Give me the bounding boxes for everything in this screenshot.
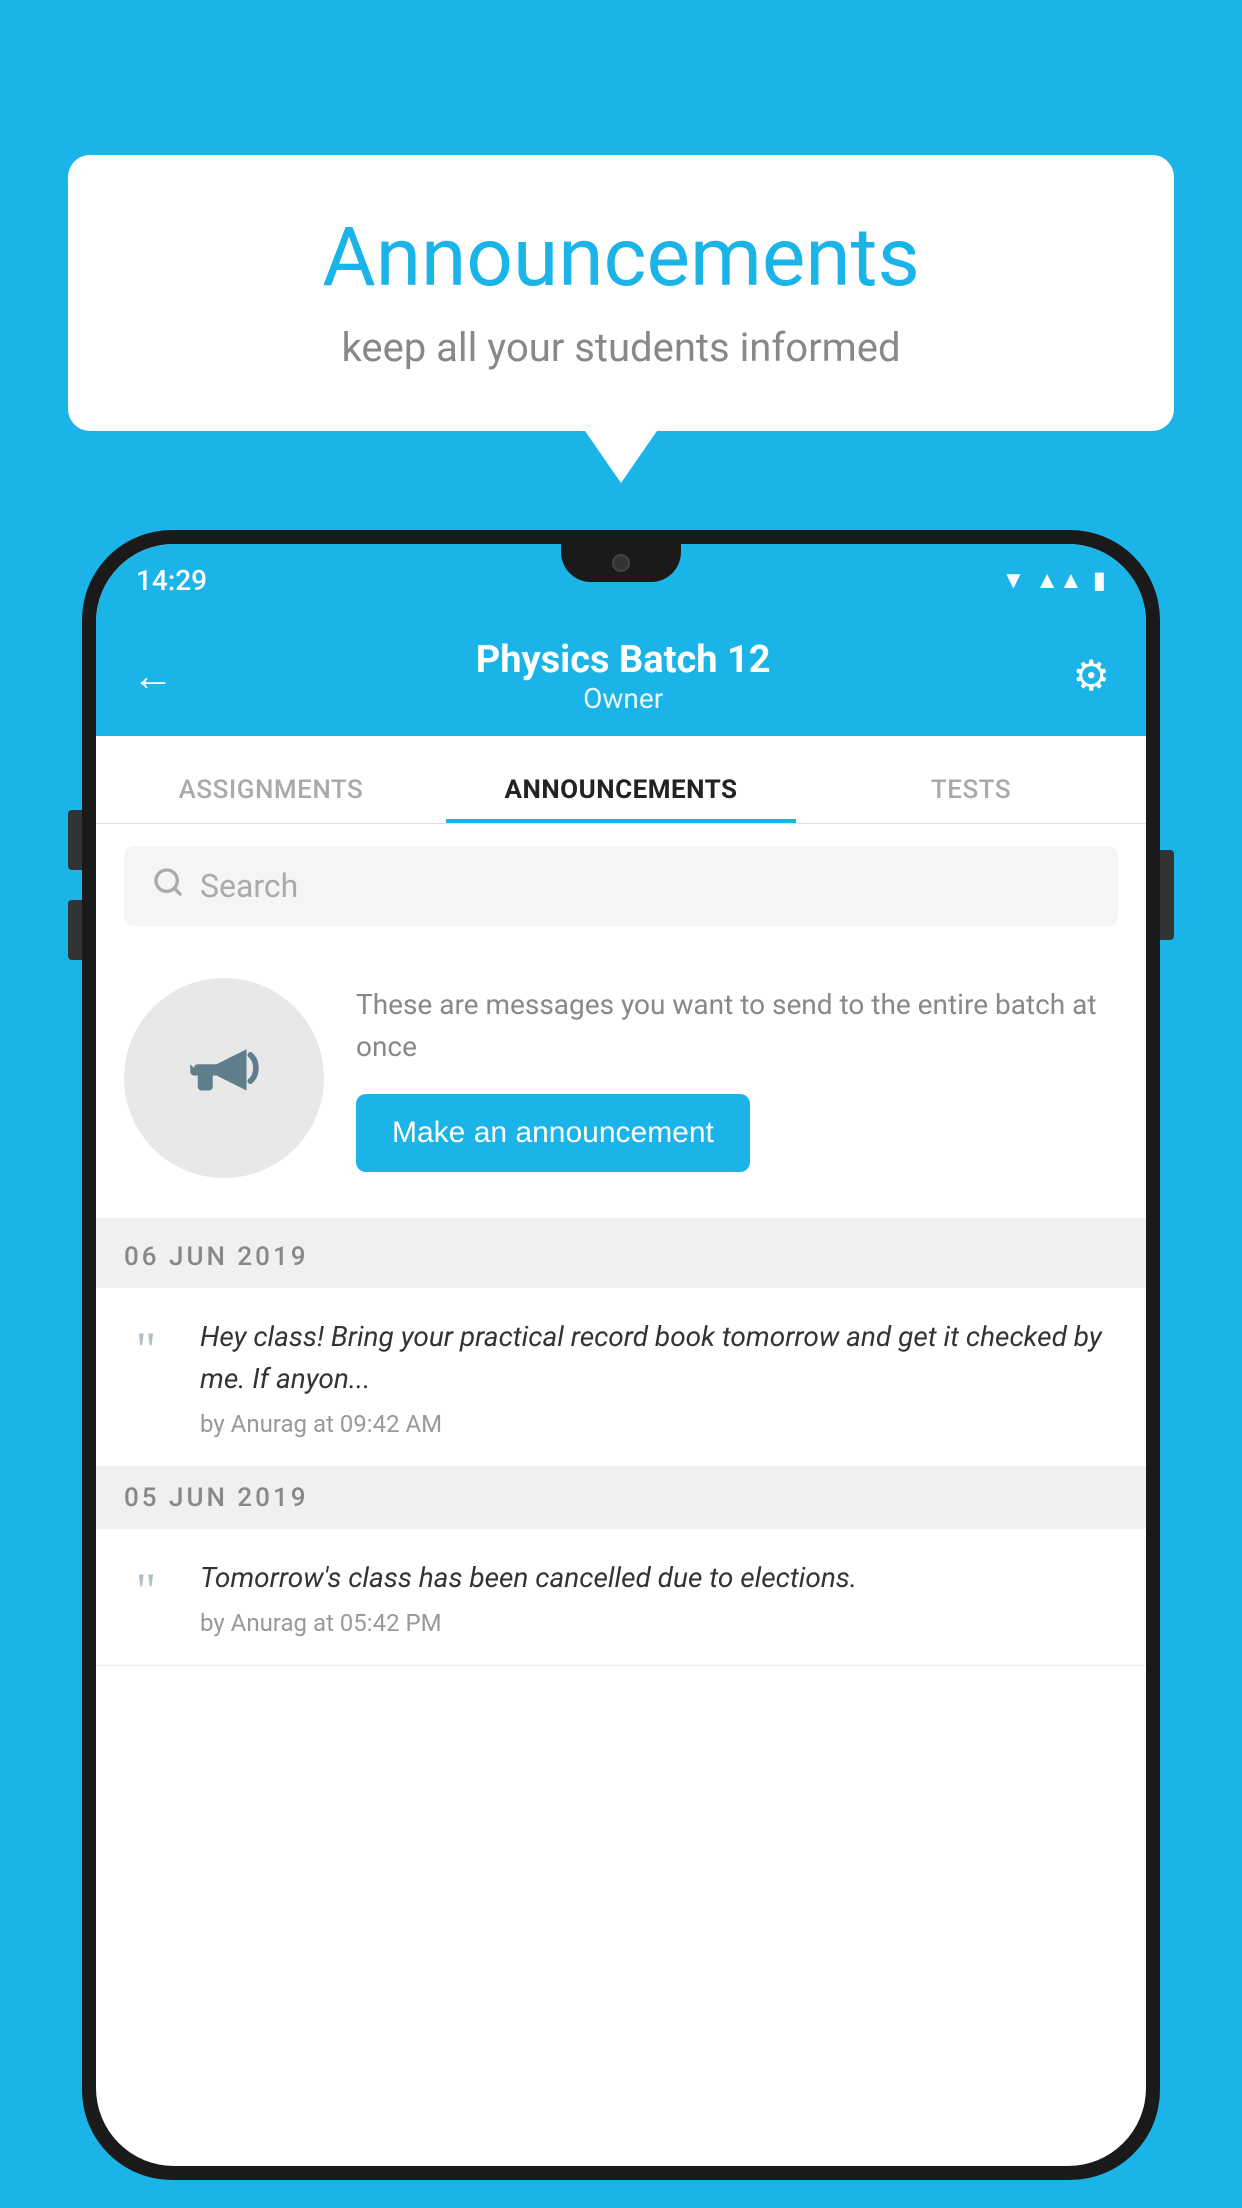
tab-bar: ASSIGNMENTS ANNOUNCEMENTS TESTS <box>96 736 1146 824</box>
phone-container: 14:29 ▼ ▲▲ ▮ ← Physics Batch 12 Owner ⚙ <box>82 530 1160 2208</box>
tab-tests[interactable]: TESTS <box>796 775 1146 823</box>
app-header: ← Physics Batch 12 Owner ⚙ <box>96 616 1146 736</box>
settings-button[interactable]: ⚙ <box>1072 651 1110 701</box>
announcement-content-1: Hey class! Bring your practical record b… <box>200 1316 1118 1438</box>
announcement-meta-1: by Anurag at 09:42 AM <box>200 1410 1118 1438</box>
speech-bubble: Announcements keep all your students inf… <box>68 155 1174 431</box>
signal-icon: ▲▲ <box>1035 566 1083 595</box>
wifi-icon: ▼ <box>1002 566 1026 595</box>
phone-outer: 14:29 ▼ ▲▲ ▮ ← Physics Batch 12 Owner ⚙ <box>82 530 1160 2180</box>
front-camera <box>612 554 630 572</box>
promo-icon-circle <box>124 978 324 1178</box>
megaphone-icon <box>179 1023 269 1133</box>
volume-down-button <box>68 900 82 960</box>
back-button[interactable]: ← <box>132 652 174 701</box>
search-placeholder: Search <box>200 867 298 905</box>
status-icons: ▼ ▲▲ ▮ <box>1002 566 1107 595</box>
promo-description: These are messages you want to send to t… <box>356 984 1118 1068</box>
search-icon <box>152 866 184 907</box>
power-button <box>1160 850 1174 940</box>
date-separator-2: 05 JUN 2019 <box>96 1467 1146 1529</box>
announcement-content-2: Tomorrow's class has been cancelled due … <box>200 1557 1118 1637</box>
status-bar: 14:29 ▼ ▲▲ ▮ <box>96 544 1146 616</box>
announcement-text-1: Hey class! Bring your practical record b… <box>200 1316 1118 1400</box>
notch <box>561 544 681 582</box>
quote-icon-1: " <box>116 1324 176 1374</box>
search-bar[interactable]: Search <box>124 846 1118 926</box>
speech-bubble-container: Announcements keep all your students inf… <box>68 155 1174 431</box>
date-separator-1: 06 JUN 2019 <box>96 1226 1146 1288</box>
tab-announcements[interactable]: ANNOUNCEMENTS <box>446 775 796 823</box>
announcement-item-2[interactable]: " Tomorrow's class has been cancelled du… <box>96 1529 1146 1666</box>
tab-assignments[interactable]: ASSIGNMENTS <box>96 775 446 823</box>
volume-up-button <box>68 810 82 870</box>
speech-bubble-title: Announcements <box>128 210 1114 306</box>
search-container: Search <box>96 824 1146 948</box>
speech-bubble-subtitle: keep all your students informed <box>128 324 1114 371</box>
header-subtitle: Owner <box>476 682 771 715</box>
phone-inner: 14:29 ▼ ▲▲ ▮ ← Physics Batch 12 Owner ⚙ <box>96 544 1146 2166</box>
promo-right: These are messages you want to send to t… <box>356 984 1118 1172</box>
promo-section: These are messages you want to send to t… <box>96 948 1146 1226</box>
quote-icon-2: " <box>116 1565 176 1615</box>
announcement-item-1[interactable]: " Hey class! Bring your practical record… <box>96 1288 1146 1467</box>
header-title: Physics Batch 12 <box>476 638 771 682</box>
announcement-meta-2: by Anurag at 05:42 PM <box>200 1609 1118 1637</box>
status-time: 14:29 <box>136 564 207 597</box>
announcement-text-2: Tomorrow's class has been cancelled due … <box>200 1557 1118 1599</box>
make-announcement-button[interactable]: Make an announcement <box>356 1094 750 1172</box>
battery-icon: ▮ <box>1093 566 1106 594</box>
header-center: Physics Batch 12 Owner <box>476 638 771 715</box>
